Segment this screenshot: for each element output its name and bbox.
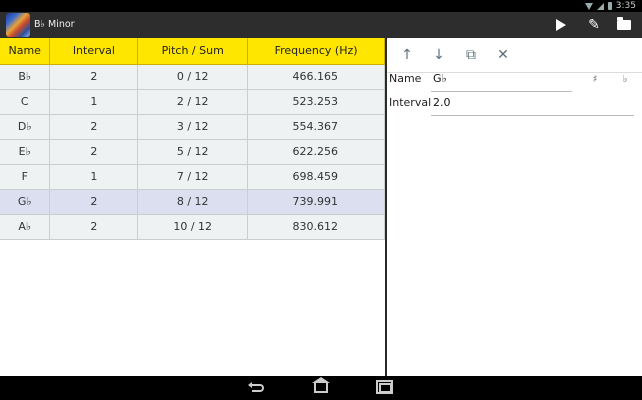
column-header-pitch[interactable]: Pitch / Sum xyxy=(137,38,249,65)
table-row[interactable]: B♭ 2 0 / 12 466.165 xyxy=(0,64,385,90)
column-header-interval[interactable]: Interval xyxy=(49,38,139,65)
cell-interval: 2 xyxy=(49,139,139,165)
wifi-icon xyxy=(584,2,593,10)
play-icon xyxy=(556,19,566,31)
cell-frequency: 554.367 xyxy=(247,114,385,140)
open-folder-button[interactable] xyxy=(612,13,636,37)
sharp-button[interactable]: ♯ xyxy=(585,70,605,90)
cell-pitch: 0 / 12 xyxy=(137,64,249,90)
scale-title: B♭ Minor xyxy=(34,19,75,30)
cell-frequency: 622.256 xyxy=(247,139,385,165)
arrow-up-icon: ↑ xyxy=(401,47,413,63)
cell-interval: 2 xyxy=(49,189,139,215)
recent-apps-icon xyxy=(375,380,393,394)
interval-input[interactable]: 2.0 xyxy=(433,96,451,109)
cell-name: G♭ xyxy=(0,189,51,215)
cell-name: E♭ xyxy=(0,139,51,165)
close-icon: ✕ xyxy=(497,47,509,63)
cell-interval: 1 xyxy=(49,164,139,190)
table-row[interactable]: G♭ 2 8 / 12 739.991 xyxy=(0,189,385,215)
cell-pitch: 3 / 12 xyxy=(137,114,249,140)
table-row[interactable]: F17 / 12 698.459 xyxy=(0,164,385,190)
action-bar: B♭ Minor ✎ xyxy=(0,12,642,38)
folder-icon xyxy=(617,17,631,30)
interval-input-underline xyxy=(431,115,634,116)
table-row[interactable]: C12 / 12 523.253 xyxy=(0,89,385,115)
signal-icon xyxy=(596,2,604,10)
cell-interval: 2 xyxy=(49,114,139,140)
status-time: 3:35 xyxy=(615,1,636,11)
cell-interval: 2 xyxy=(49,64,139,90)
home-button[interactable] xyxy=(311,377,331,396)
cell-name: C xyxy=(0,89,51,115)
cell-frequency: 739.991 xyxy=(247,189,385,215)
play-button[interactable] xyxy=(549,13,573,37)
cell-name: F xyxy=(0,164,51,190)
table-row[interactable]: A♭ 2 10 / 12 830.612 xyxy=(0,214,385,240)
app-logo-icon[interactable] xyxy=(6,13,30,37)
cell-frequency: 698.459 xyxy=(247,164,385,190)
battery-icon xyxy=(607,2,612,10)
notes-table: Name Interval Pitch / Sum Frequency (Hz)… xyxy=(0,38,385,240)
name-label: Name xyxy=(389,72,422,85)
cell-pitch: 2 / 12 xyxy=(137,89,249,115)
duplicate-button[interactable]: ⧉ xyxy=(459,43,483,67)
pencil-icon: ✎ xyxy=(588,17,600,33)
name-input[interactable]: G♭ xyxy=(433,72,447,85)
cell-frequency: 830.612 xyxy=(247,214,385,240)
status-icons: 3:35 xyxy=(584,0,636,12)
note-detail-pane: ↑ ↓ ⧉ ✕ Name G♭ ♯ ♭ Interval 2.0 xyxy=(387,38,642,376)
back-button[interactable] xyxy=(248,380,268,396)
column-header-frequency[interactable]: Frequency (Hz) xyxy=(247,38,385,65)
move-down-button[interactable]: ↓ xyxy=(427,43,451,67)
cell-pitch: 5 / 12 xyxy=(137,139,249,165)
cell-name: B♭ xyxy=(0,64,51,90)
interval-field-row: Interval 2.0 xyxy=(387,92,642,116)
delete-button[interactable]: ✕ xyxy=(491,43,515,67)
status-bar: 3:35 xyxy=(0,0,642,12)
table-row[interactable]: D♭ 2 3 / 12 554.367 xyxy=(0,114,385,140)
copy-icon: ⧉ xyxy=(466,47,476,63)
cell-interval: 1 xyxy=(49,89,139,115)
cell-frequency: 523.253 xyxy=(247,89,385,115)
flat-button[interactable]: ♭ xyxy=(615,70,635,90)
cell-name: D♭ xyxy=(0,114,51,140)
cell-pitch: 10 / 12 xyxy=(137,214,249,240)
back-icon xyxy=(248,382,264,392)
move-up-button[interactable]: ↑ xyxy=(395,43,419,67)
main-content: Name Interval Pitch / Sum Frequency (Hz)… xyxy=(0,38,642,376)
column-header-name[interactable]: Name xyxy=(0,38,51,65)
cell-pitch: 8 / 12 xyxy=(137,189,249,215)
home-icon xyxy=(312,377,330,393)
interval-label: Interval xyxy=(389,96,432,109)
notes-table-pane: Name Interval Pitch / Sum Frequency (Hz)… xyxy=(0,38,385,376)
table-row[interactable]: E♭ 2 5 / 12 622.256 xyxy=(0,139,385,165)
recent-apps-button[interactable] xyxy=(375,380,395,396)
table-header-row: Name Interval Pitch / Sum Frequency (Hz) xyxy=(0,38,385,65)
cell-interval: 2 xyxy=(49,214,139,240)
navigation-bar xyxy=(0,376,642,400)
cell-pitch: 7 / 12 xyxy=(137,164,249,190)
arrow-down-icon: ↓ xyxy=(433,47,445,63)
cell-frequency: 466.165 xyxy=(247,64,385,90)
edit-button[interactable]: ✎ xyxy=(582,13,606,37)
name-field-row: Name G♭ ♯ ♭ xyxy=(387,68,642,92)
cell-name: A♭ xyxy=(0,214,51,240)
